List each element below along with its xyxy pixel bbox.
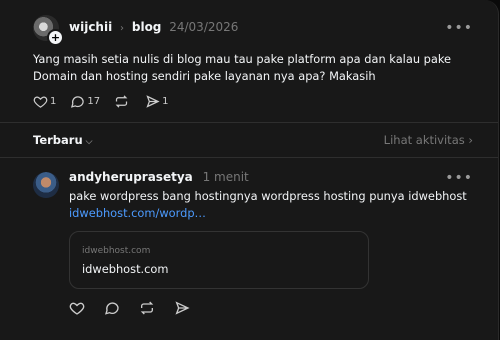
divider bbox=[0, 157, 498, 158]
like-button[interactable]: 1 bbox=[33, 94, 56, 109]
reply-post: andyheruprasetya 1 menit ••• pake wordpr… bbox=[0, 160, 498, 340]
post-text: Yang masih setia nulis di blog mau tau p… bbox=[33, 52, 452, 83]
sort-bar: Terbaru ⌵ Lihat aktivitas › bbox=[0, 126, 498, 156]
reply-actions bbox=[69, 300, 209, 316]
chevron-down-icon: ⌵ bbox=[85, 137, 93, 147]
repost-icon bbox=[140, 301, 154, 315]
link-preview-card[interactable]: idwebhost.com idwebhost.com bbox=[69, 231, 369, 289]
like-count: 1 bbox=[50, 96, 57, 107]
sort-dropdown[interactable]: Terbaru ⌵ bbox=[33, 133, 92, 147]
link-preview-title: idwebhost.com bbox=[82, 262, 169, 276]
comment-icon bbox=[105, 302, 119, 315]
comment-icon bbox=[71, 96, 85, 108]
send-icon bbox=[146, 95, 160, 108]
view-activity-link[interactable]: Lihat aktivitas › bbox=[384, 133, 473, 147]
link-preview-domain: idwebhost.com bbox=[82, 246, 151, 256]
reply-header: andyheruprasetya 1 menit bbox=[69, 170, 249, 184]
more-options-icon[interactable]: ••• bbox=[445, 20, 473, 36]
follow-plus-icon[interactable]: + bbox=[47, 29, 64, 46]
send-icon bbox=[175, 301, 190, 315]
reply-link[interactable]: idwebhost.com/wordp… bbox=[69, 205, 489, 222]
share-count: 1 bbox=[162, 96, 169, 107]
sort-label: Terbaru bbox=[33, 133, 83, 147]
chevron-right-icon: › bbox=[120, 23, 125, 34]
avatar[interactable] bbox=[33, 172, 59, 198]
comment-count: 17 bbox=[87, 96, 101, 107]
post-date: 24/03/2026 bbox=[169, 20, 239, 34]
reply-body: pake wordpress bang hostingnya wordpress… bbox=[69, 188, 489, 222]
reply-time: 1 menit bbox=[202, 170, 249, 184]
original-post: + wijchii › blog 24/03/2026 ••• Yang mas… bbox=[0, 0, 498, 120]
post-category[interactable]: blog bbox=[132, 20, 162, 34]
divider bbox=[0, 122, 498, 123]
like-button[interactable] bbox=[69, 300, 87, 316]
heart-icon bbox=[69, 302, 85, 315]
thread-card: + wijchii › blog 24/03/2026 ••• Yang mas… bbox=[0, 0, 499, 340]
more-options-icon[interactable]: ••• bbox=[445, 170, 473, 186]
comment-button[interactable] bbox=[104, 300, 122, 316]
comment-button[interactable]: 17 bbox=[70, 94, 100, 109]
reply-text: pake wordpress bang hostingnya wordpress… bbox=[69, 189, 467, 203]
post-username[interactable]: wijchii bbox=[69, 20, 112, 34]
repost-icon bbox=[115, 95, 128, 108]
share-button[interactable]: 1 bbox=[145, 94, 168, 109]
repost-button[interactable] bbox=[114, 94, 131, 109]
post-header: wijchii › blog 24/03/2026 bbox=[69, 20, 238, 34]
reply-username[interactable]: andyheruprasetya bbox=[69, 170, 193, 184]
share-button[interactable] bbox=[174, 300, 192, 316]
heart-icon bbox=[33, 96, 48, 108]
post-actions: 1 17 1 bbox=[33, 94, 182, 109]
repost-button[interactable] bbox=[139, 300, 157, 316]
